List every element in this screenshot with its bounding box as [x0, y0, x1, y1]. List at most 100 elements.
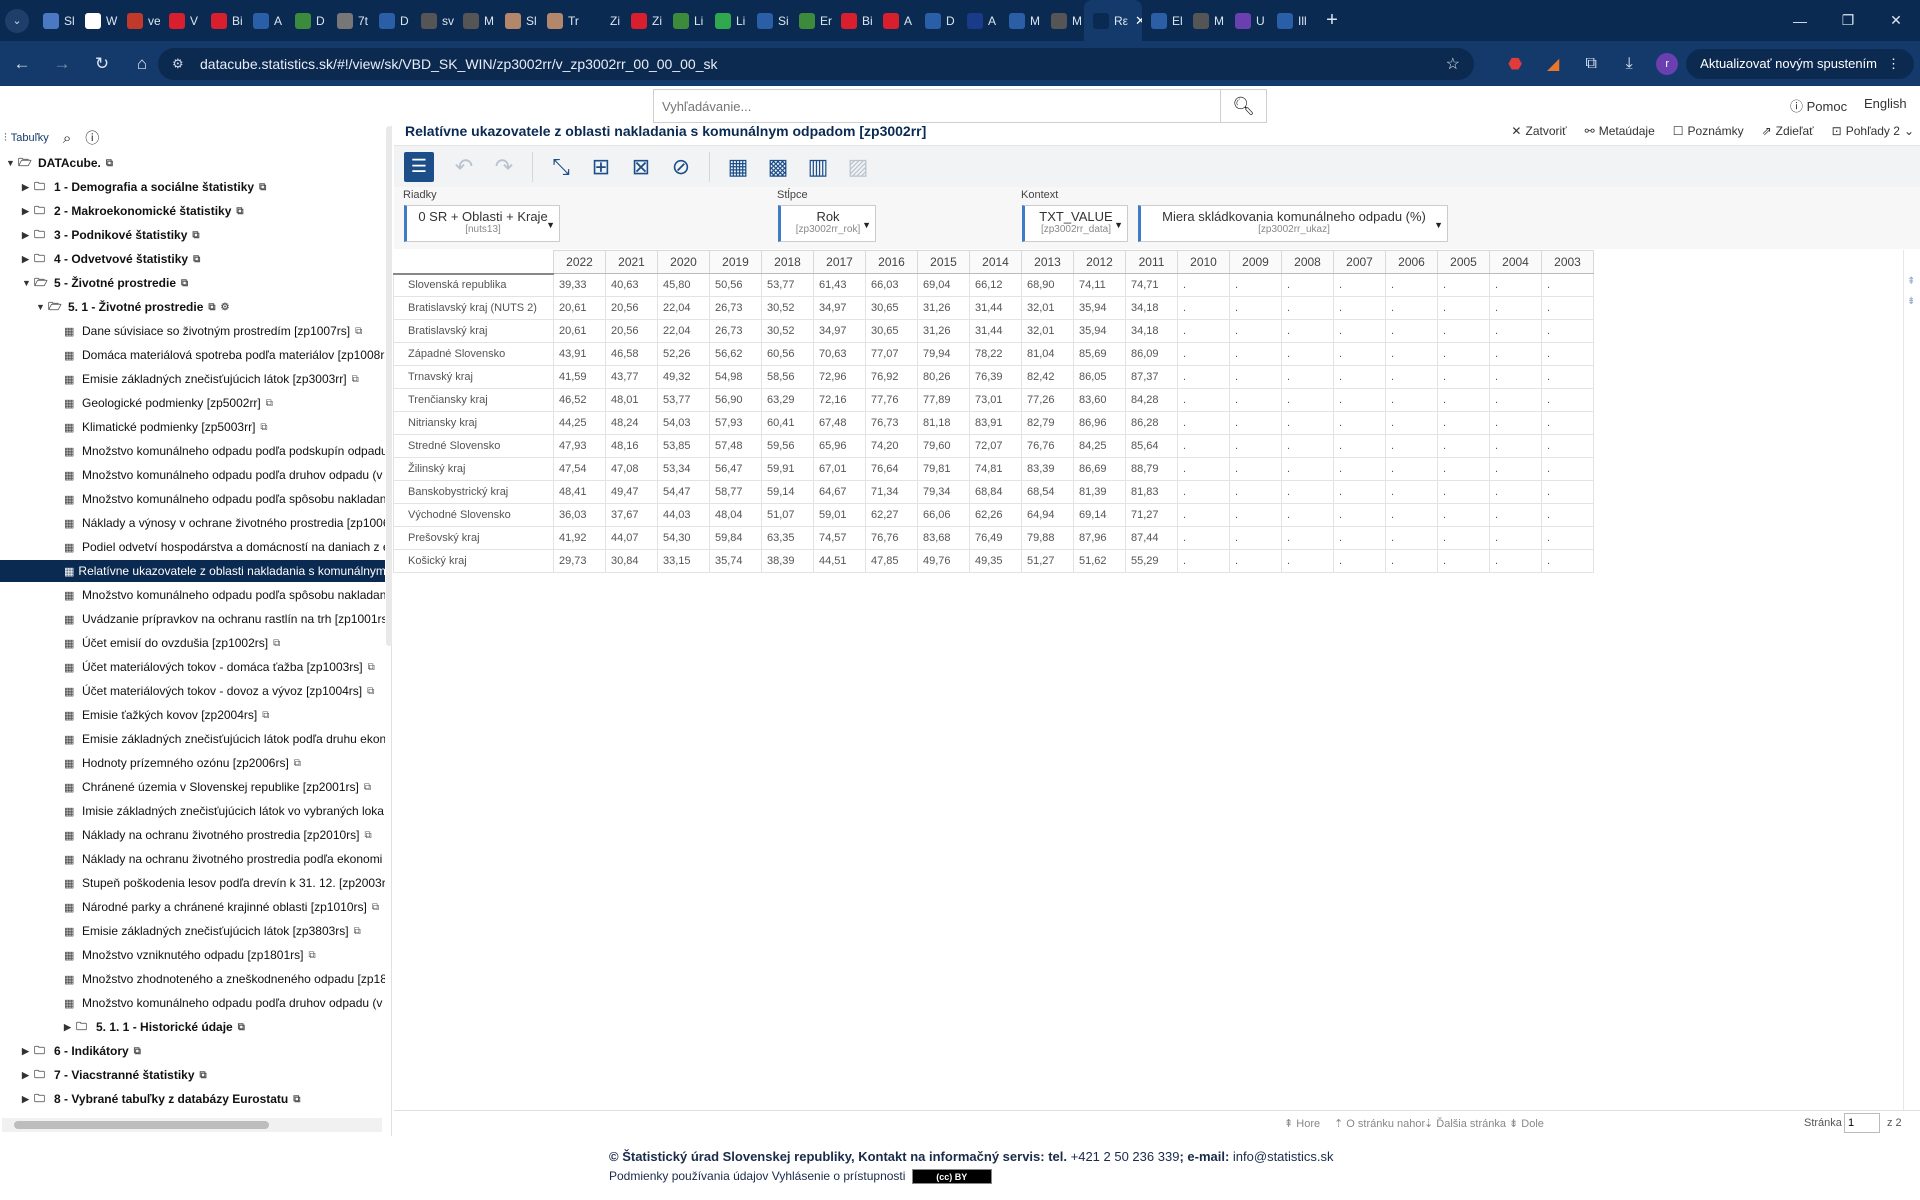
- email-link[interactable]: info@statistics.sk: [1233, 1149, 1334, 1164]
- table-cell[interactable]: 48,01: [605, 388, 658, 412]
- context-data-dropdown[interactable]: TXT_VALUE [zp3002rr_data] ▼: [1022, 205, 1128, 242]
- table-cell[interactable]: .: [1385, 549, 1438, 573]
- table-cell[interactable]: 41,92: [553, 526, 606, 550]
- back-icon[interactable]: ←: [4, 46, 40, 82]
- menu-icon[interactable]: ☰: [404, 151, 434, 182]
- table-cell[interactable]: 52,26: [657, 342, 710, 366]
- tree-table-item[interactable]: ▦ Emisie ťažkých kovov [zp2004rs] ⧉: [64, 704, 269, 726]
- browser-tab[interactable]: Sl: [34, 0, 76, 41]
- tree-folder-item[interactable]: ▶ 🗀 1 - Demografia a sociálne štatistiky ⧉: [22, 176, 266, 198]
- table-cell[interactable]: 83,68: [917, 526, 970, 550]
- table-cell[interactable]: .: [1541, 365, 1594, 389]
- table-cell[interactable]: 70,63: [813, 342, 866, 366]
- external-link-icon[interactable]: ⧉: [200, 1070, 207, 1081]
- table-cell[interactable]: .: [1437, 434, 1490, 458]
- table-cell[interactable]: 39,33: [553, 273, 606, 297]
- tree-folder-item[interactable]: ▶ 🗀 4 - Odvetvové štatistiky ⧉: [22, 248, 200, 270]
- row-header[interactable]: Banskobystrický kraj: [393, 480, 554, 504]
- table-cell[interactable]: 66,12: [969, 273, 1022, 297]
- browser-tab[interactable]: Bi: [202, 0, 244, 41]
- browser-tab[interactable]: Zi: [580, 0, 622, 41]
- close-button[interactable]: ✕ Zatvoriť: [1511, 124, 1566, 138]
- table-cell[interactable]: 47,08: [605, 457, 658, 481]
- tree-table-item[interactable]: ▦ Množstvo vzniknutého odpadu [zp1801rs] ⧉: [64, 944, 316, 966]
- table-cell[interactable]: 43,91: [553, 342, 606, 366]
- browser-tab[interactable]: U: [1226, 0, 1268, 41]
- tree-table-item[interactable]: ▦ Národné parky a chránené krajinné oblas…: [64, 896, 379, 918]
- browser-tab[interactable]: D: [916, 0, 958, 41]
- map-view-icon[interactable]: ▨: [838, 149, 878, 185]
- tab-search-button[interactable]: ⌄: [0, 0, 34, 41]
- table-cell[interactable]: 77,89: [917, 388, 970, 412]
- caret-right-icon[interactable]: ▶: [22, 1046, 34, 1057]
- table-cell[interactable]: 20,61: [553, 296, 606, 320]
- table-cell[interactable]: 44,03: [657, 503, 710, 527]
- table-cell[interactable]: 76,76: [865, 526, 918, 550]
- table-cell[interactable]: .: [1437, 342, 1490, 366]
- table-cell[interactable]: .: [1229, 319, 1282, 343]
- table-cell[interactable]: .: [1489, 480, 1542, 504]
- table-cell[interactable]: 76,73: [865, 411, 918, 435]
- table-cell[interactable]: 77,26: [1021, 388, 1074, 412]
- table-cell[interactable]: .: [1281, 503, 1334, 527]
- table-cell[interactable]: 78,22: [969, 342, 1022, 366]
- external-link-icon[interactable]: ⧉: [372, 902, 379, 913]
- table-cell[interactable]: .: [1281, 273, 1334, 297]
- column-header[interactable]: 2012: [1073, 250, 1126, 274]
- table-cell[interactable]: 44,51: [813, 549, 866, 573]
- table-cell[interactable]: 82,79: [1021, 411, 1074, 435]
- browser-tab[interactable]: Rε ✕: [1084, 0, 1142, 41]
- table-cell[interactable]: 54,03: [657, 411, 710, 435]
- table-cell[interactable]: .: [1385, 503, 1438, 527]
- sidebar-horizontal-scrollbar[interactable]: [2, 1118, 382, 1132]
- tree-table-item[interactable]: ▦ Podiel odvetví hospodárstva a domácnost…: [64, 536, 385, 558]
- table-cell[interactable]: .: [1541, 296, 1594, 320]
- table-cell[interactable]: 62,26: [969, 503, 1022, 527]
- tree-table-item[interactable]: ▦ Množstvo komunálneho odpadu podľa spôso…: [64, 584, 385, 606]
- table-cell[interactable]: .: [1385, 296, 1438, 320]
- tree-folder-item[interactable]: ▶ 🗀 3 - Podnikové štatistiky ⧉: [22, 224, 200, 246]
- table-cell[interactable]: 30,52: [761, 319, 814, 343]
- profile-button[interactable]: r: [1648, 45, 1686, 83]
- browser-tab[interactable]: A: [874, 0, 916, 41]
- table-cell[interactable]: 51,62: [1073, 549, 1126, 573]
- table-cell[interactable]: 59,84: [709, 526, 762, 550]
- pager-bottom[interactable]: ⇟ Dole: [1509, 1117, 1544, 1130]
- table-cell[interactable]: .: [1229, 434, 1282, 458]
- external-link-icon[interactable]: ⧉: [192, 230, 199, 241]
- table-cell[interactable]: 54,47: [657, 480, 710, 504]
- column-header[interactable]: 2016: [865, 250, 918, 274]
- table-cell[interactable]: .: [1541, 480, 1594, 504]
- table-cell[interactable]: .: [1333, 296, 1386, 320]
- table-cell[interactable]: 77,76: [865, 388, 918, 412]
- table-cell[interactable]: 48,16: [605, 434, 658, 458]
- table-cell[interactable]: .: [1437, 319, 1490, 343]
- table-cell[interactable]: 48,04: [709, 503, 762, 527]
- tree-table-item[interactable]: ▦ Náklady na ochranu životného prostredia…: [64, 848, 382, 870]
- extension-icon-red[interactable]: ⬣: [1496, 45, 1534, 83]
- table-cell[interactable]: 38,39: [761, 549, 814, 573]
- external-link-icon[interactable]: ⧉: [260, 422, 267, 433]
- table-cell[interactable]: 63,29: [761, 388, 814, 412]
- table-cell[interactable]: .: [1333, 480, 1386, 504]
- table-cell[interactable]: 60,41: [761, 411, 814, 435]
- table-cell[interactable]: .: [1333, 503, 1386, 527]
- tree-folder-item[interactable]: ▶ 🗀 8 - Vybrané tabuľky z databázy Eurosta…: [22, 1088, 300, 1110]
- views-button[interactable]: ⊡ Pohľady 2 ⌄: [1832, 124, 1914, 138]
- tree-table-item[interactable]: ▦ Účet emisií do ovzdušia [zp1002rs] ⧉: [64, 632, 280, 654]
- table-cell[interactable]: .: [1489, 365, 1542, 389]
- table-cell[interactable]: 79,60: [917, 434, 970, 458]
- table-cell[interactable]: 84,25: [1073, 434, 1126, 458]
- table-cell[interactable]: 86,09: [1125, 342, 1178, 366]
- table-cell[interactable]: .: [1541, 549, 1594, 573]
- tree-table-item[interactable]: ▦ Uvádzanie prípravkov na ochranu rastlín…: [64, 608, 385, 630]
- pager-next-page[interactable]: ⇣ Ďalšia stránka: [1424, 1117, 1506, 1130]
- table-cell[interactable]: .: [1541, 434, 1594, 458]
- tree-table-item[interactable]: ▦ Geologické podmienky [zp5002rr] ⧉: [64, 392, 273, 414]
- tree-table-item[interactable]: ▦ Množstvo zhodnoteného a zneškodneného o…: [64, 968, 385, 990]
- table-cell[interactable]: .: [1489, 273, 1542, 297]
- external-link-icon[interactable]: ⧉: [236, 206, 243, 217]
- table-cell[interactable]: 86,28: [1125, 411, 1178, 435]
- table-cell[interactable]: 65,96: [813, 434, 866, 458]
- table-cell[interactable]: .: [1281, 319, 1334, 343]
